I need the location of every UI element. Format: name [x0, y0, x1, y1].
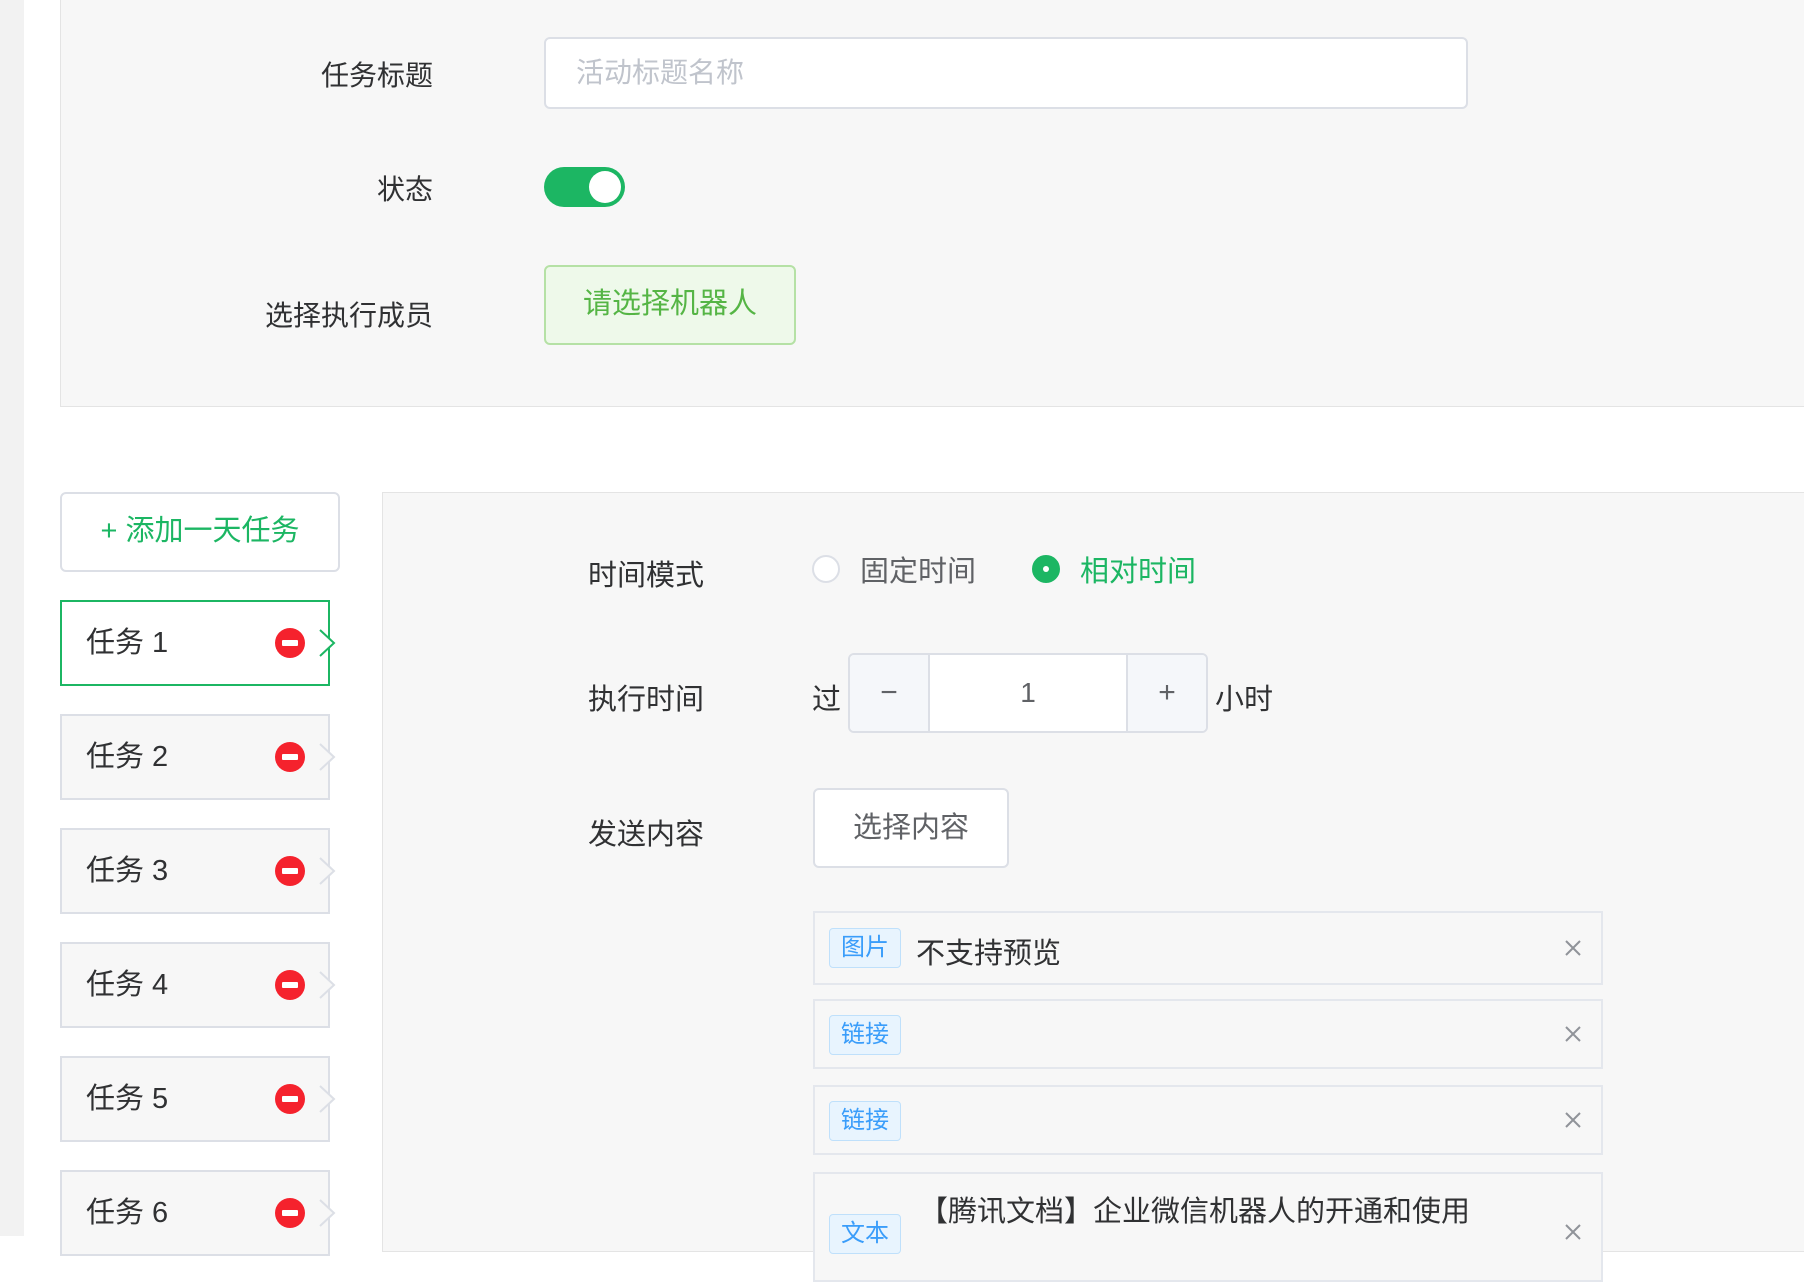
minus-circle-icon[interactable] [275, 856, 305, 886]
close-icon[interactable] [1561, 1220, 1585, 1244]
minus-circle-icon[interactable] [275, 742, 305, 772]
task-item-6[interactable]: 任务 6 [60, 1170, 336, 1256]
select-content-button[interactable]: 选择内容 [813, 788, 1009, 868]
chevron-right-icon [319, 971, 336, 999]
exec-suffix: 小时 [1215, 684, 1274, 716]
radio-checked-icon [1032, 555, 1060, 583]
content-item: 链接 [813, 1085, 1603, 1155]
task-title-input[interactable] [544, 37, 1468, 109]
minus-circle-icon[interactable] [275, 970, 305, 1000]
radio-relative-time[interactable]: 相对时间 [1032, 551, 1197, 588]
chevron-right-icon [319, 1085, 336, 1113]
task-detail-panel: 时间模式 固定时间 相对时间 执行时间 过 − + 小时 发送内容 选择内容 图… [382, 492, 1804, 1282]
increment-button[interactable]: + [1126, 655, 1206, 731]
task-item-label: 任务 5 [86, 1083, 169, 1115]
status-label: 状态 [376, 174, 433, 205]
status-toggle[interactable] [544, 167, 625, 207]
content-item: 文本 【腾讯文档】企业微信机器人的开通和使用 [813, 1172, 1603, 1282]
minus-circle-icon[interactable] [275, 628, 305, 658]
select-robot-button[interactable]: 请选择机器人 [544, 265, 796, 345]
exec-time-label: 执行时间 [588, 684, 705, 716]
radio-label: 固定时间 [860, 556, 977, 588]
task-item-3[interactable]: 任务 3 [60, 828, 336, 914]
left-scroll-strip [0, 0, 24, 1236]
task-item-2[interactable]: 任务 2 [60, 714, 336, 800]
close-icon[interactable] [1561, 1108, 1585, 1132]
radio-fixed-time[interactable]: 固定时间 [812, 551, 977, 588]
time-mode-label: 时间模式 [588, 560, 705, 592]
close-icon[interactable] [1561, 936, 1585, 960]
content-type-tag: 图片 [829, 928, 901, 968]
content-item: 链接 [813, 999, 1603, 1069]
task-item-5[interactable]: 任务 5 [60, 1056, 336, 1142]
chevron-right-icon [319, 743, 336, 771]
decrement-button[interactable]: − [850, 655, 930, 731]
task-form-panel: 任务标题 状态 选择执行成员 请选择机器人 [60, 0, 1804, 407]
content-text: 不支持预览 [916, 938, 1062, 970]
radio-label: 相对时间 [1080, 556, 1197, 588]
exec-hours-stepper: − + [848, 653, 1208, 733]
toggle-knob [589, 171, 621, 203]
close-icon[interactable] [1561, 1022, 1585, 1046]
task-item-label: 任务 6 [86, 1197, 169, 1229]
task-item-label: 任务 2 [86, 741, 169, 773]
content-type-tag: 链接 [829, 1015, 901, 1055]
chevron-right-icon [319, 1199, 336, 1227]
task-item-label: 任务 4 [86, 969, 169, 1001]
content-item: 图片 不支持预览 [813, 911, 1603, 985]
members-label: 选择执行成员 [264, 300, 433, 331]
content-type-tag: 链接 [829, 1101, 901, 1141]
send-content-label: 发送内容 [588, 819, 705, 851]
task-item-label: 任务 3 [86, 855, 169, 887]
task-item-label: 任务 1 [86, 627, 169, 659]
chevron-right-icon [319, 857, 336, 885]
task-item-4[interactable]: 任务 4 [60, 942, 336, 1028]
add-day-task-button[interactable]: + 添加一天任务 [60, 492, 340, 572]
exec-hours-input[interactable] [930, 655, 1126, 731]
task-item-1[interactable]: 任务 1 [60, 600, 336, 686]
content-text: 【腾讯文档】企业微信机器人的开通和使用 [919, 1196, 1471, 1228]
radio-circle-icon [812, 555, 840, 583]
task-title-label: 任务标题 [320, 60, 433, 91]
minus-circle-icon[interactable] [275, 1084, 305, 1114]
exec-prefix: 过 [812, 684, 842, 716]
minus-circle-icon[interactable] [275, 1198, 305, 1228]
content-type-tag: 文本 [829, 1214, 901, 1254]
chevron-right-icon [319, 629, 336, 657]
